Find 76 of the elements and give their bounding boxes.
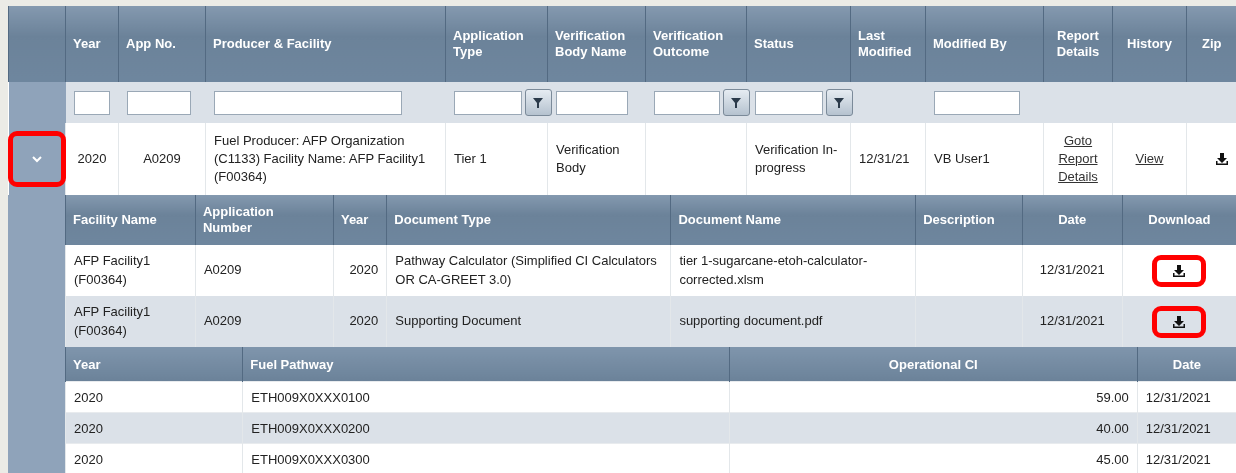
table-cell: Verification Body [556, 141, 620, 175]
table-cell: 2020 [74, 389, 103, 405]
table-cell: A0209 [143, 150, 181, 166]
column-header[interactable]: Download [1122, 195, 1236, 245]
table-cell: 2020 [349, 262, 379, 278]
table-cell: 12/31/2021 [1145, 420, 1211, 436]
column-header[interactable]: Year [333, 195, 387, 245]
table-cell: VB User1 [934, 150, 990, 166]
filter-field[interactable] [555, 90, 628, 115]
column-header[interactable]: Facility Name [65, 195, 196, 245]
table-cell: A0209 [203, 313, 242, 329]
column-header[interactable]: Date [1022, 195, 1123, 245]
table-cell: Supporting Document [395, 313, 522, 329]
column-header[interactable]: Status [746, 6, 851, 82]
column-header[interactable]: Modified By [925, 6, 1044, 82]
column-header[interactable]: Producer & Facility [205, 6, 446, 82]
download-icon[interactable] [1172, 314, 1187, 329]
table-cell: supporting document.pdf [679, 313, 823, 329]
link[interactable]: Goto Report Details [1052, 131, 1104, 187]
chevron-icon [30, 153, 43, 165]
table-cell: 2020 [349, 313, 379, 329]
column-header[interactable]: Description [915, 195, 1023, 245]
table-cell: ETH009X0XXX0100 [251, 389, 370, 405]
column-header[interactable]: Verification Outcome [645, 6, 747, 82]
filter-button[interactable] [825, 89, 853, 116]
filter-field[interactable] [213, 90, 402, 115]
table-cell: 45.00 [1096, 451, 1129, 467]
column-header[interactable]: App No. [118, 6, 206, 82]
table-cell: tier 1-sugarcane-etoh-calculator-corrected.xlsm [679, 253, 868, 287]
table-cell: Verification In-progress [755, 141, 838, 175]
column-header[interactable]: Verification Body Name [547, 6, 646, 82]
table-cell: 2020 [74, 420, 103, 436]
column-header[interactable]: Application Type [445, 6, 548, 82]
column-header[interactable]: Report Details [1043, 6, 1113, 82]
table-cell: 12/31/2021 [1039, 313, 1105, 329]
table-cell: 12/31/2021 [1145, 389, 1211, 405]
table-cell: 59.00 [1096, 389, 1129, 405]
table-cell: 40.00 [1096, 420, 1129, 436]
column-header[interactable]: Document Name [670, 195, 916, 245]
column-header[interactable]: Date [1137, 347, 1236, 382]
table-cell: A0209 [203, 262, 242, 278]
table-cell: Fuel Producer: AFP Organization (C1133) Facility Name: AFP Facility1 (F00364) [214, 132, 426, 185]
column-header[interactable]: Year [65, 6, 119, 82]
funnel-icon [834, 97, 844, 108]
table-cell: 2020 [77, 150, 107, 166]
funnel-icon [731, 97, 741, 108]
filter-button[interactable] [722, 89, 750, 116]
table-cell: ETH009X0XXX0200 [251, 420, 370, 436]
link[interactable]: View [1135, 149, 1164, 169]
funnel-icon [533, 97, 543, 108]
table-cell: 12/31/2021 [1145, 451, 1211, 467]
table-cell: 12/31/2021 [1039, 262, 1105, 278]
download-icon[interactable] [1215, 152, 1229, 166]
table-cell: 12/31/21 [859, 150, 910, 166]
column-header[interactable]: Year [65, 347, 243, 382]
filter-field[interactable] [754, 90, 823, 115]
column-header[interactable]: Zip [1186, 6, 1236, 82]
table-cell: AFP Facility1 (F00364) [74, 253, 151, 287]
filter-field[interactable] [453, 90, 522, 115]
table-cell: ETH009X0XXX0300 [251, 451, 370, 467]
filter-button[interactable] [524, 89, 552, 116]
column-header[interactable]: Operational CI [729, 347, 1138, 382]
column-header[interactable]: Fuel Pathway [242, 347, 730, 382]
filter-field[interactable] [933, 90, 1020, 115]
table-cell: 2020 [74, 451, 103, 467]
table-cell: Pathway Calculator (Simplified CI Calculators OR CA-GREET 3.0) [395, 253, 657, 287]
filter-field[interactable] [73, 90, 110, 115]
download-icon[interactable] [1172, 263, 1187, 278]
column-header[interactable]: Application Number [195, 195, 334, 245]
column-header[interactable]: Last Modified [850, 6, 926, 82]
filter-field[interactable] [653, 90, 720, 115]
column-header[interactable]: Document Type [386, 195, 671, 245]
table-cell: Tier 1 [454, 150, 487, 166]
column-header[interactable]: History [1112, 6, 1187, 82]
table-cell: AFP Facility1 (F00364) [74, 304, 151, 338]
filter-field[interactable] [126, 90, 191, 115]
